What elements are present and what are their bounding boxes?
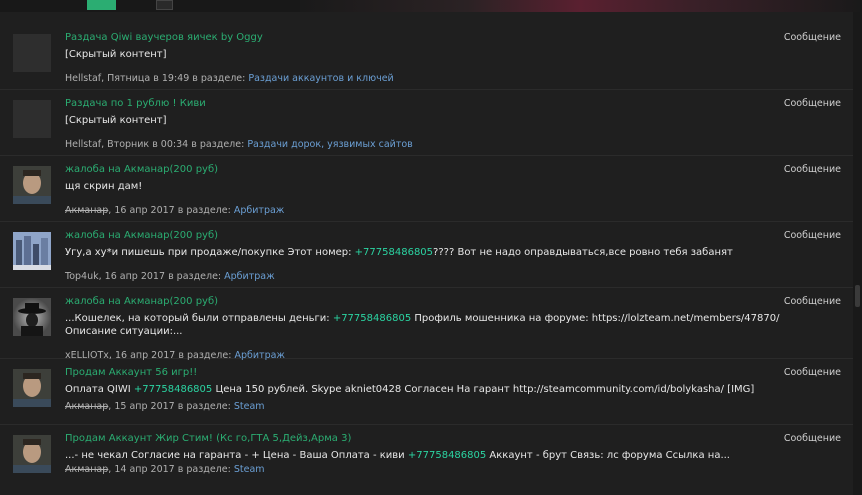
phone-number: +77758486805	[407, 450, 487, 461]
content-type-label: Сообщение	[783, 367, 841, 378]
list-item: Раздача по 1 рублю ! Киви [Скрытый конте…	[0, 90, 853, 156]
result-title-link[interactable]: Раздача Qiwi ваучеров яичек by Oggy	[65, 32, 263, 43]
section-prefix: в разделе:	[168, 271, 222, 282]
content-type-label: Сообщение	[783, 164, 841, 175]
snippet-text: ???? Вот не надо оправдываться,все ровно…	[433, 247, 733, 258]
avatar[interactable]	[13, 34, 51, 72]
result-snippet: ...Кошелек, на который были отправлены д…	[65, 312, 785, 338]
result-title-link[interactable]: жалоба на Акманар(200 руб)	[65, 230, 218, 241]
section-prefix: в разделе:	[177, 205, 231, 216]
result-title-link[interactable]: Раздача по 1 рублю ! Киви	[65, 98, 206, 109]
snippet-text: ...Кошелек, на который были отправлены д…	[65, 313, 333, 324]
result-title-link[interactable]: жалоба на Акманар(200 руб)	[65, 164, 218, 175]
list-item: жалоба на Акманар(200 руб) Угу,а ху*и пи…	[0, 222, 853, 288]
post-date: 14 апр 2017	[114, 464, 175, 475]
avatar[interactable]	[13, 435, 51, 473]
scrollbar-track[interactable]	[853, 12, 862, 495]
list-item: жалоба на Акманар(200 руб) щя скрин дам!…	[0, 156, 853, 222]
nav-tab-left[interactable]	[0, 0, 48, 8]
result-meta: Акманар, 16 апр 2017 в разделе: Арбитраж	[65, 205, 285, 216]
nav-tab-icon[interactable]	[156, 0, 173, 10]
result-title-link[interactable]: жалоба на Акманар(200 руб)	[65, 296, 218, 307]
result-meta: Hellstaf, Пятница в 19:49 в разделе: Раз…	[65, 73, 394, 84]
author-link[interactable]: Hellstaf	[65, 73, 101, 84]
result-snippet: щя скрин дам!	[65, 181, 143, 192]
avatar[interactable]	[13, 369, 51, 407]
avatar[interactable]	[13, 100, 51, 138]
author-link[interactable]: Hellstaf	[65, 139, 101, 150]
content-type-label: Сообщение	[783, 296, 841, 307]
post-date: 16 апр 2017	[104, 271, 166, 282]
post-date: Вторник в 00:34	[107, 139, 189, 150]
scrollbar-thumb[interactable]	[855, 285, 860, 307]
search-results-list: Раздача Qiwi ваучеров яичек by Oggy [Скр…	[0, 12, 853, 495]
section-link[interactable]: Раздачи дорок, уязвимых сайтов	[247, 139, 412, 150]
list-item: жалоба на Акманар(200 руб) ...Кошелек, н…	[0, 288, 853, 361]
snippet-text: Цена 150 рублей. Skype akniet0428 Соглас…	[212, 384, 755, 395]
author-link-banned[interactable]: Акманар	[65, 464, 108, 475]
avatar-face-image	[13, 166, 51, 204]
snippet-text: Угу,а ху*и пишешь при продаже/покупке Эт…	[65, 247, 355, 258]
avatar[interactable]	[13, 166, 51, 204]
author-link-banned[interactable]: Акманар	[65, 205, 108, 216]
post-date: 15 апр 2017	[114, 401, 175, 412]
avatar-city-image	[13, 232, 51, 270]
result-snippet: [Скрытый контент]	[65, 115, 167, 126]
nav-tab-active[interactable]	[87, 0, 116, 10]
section-link[interactable]: Steam	[234, 464, 265, 475]
post-date: Пятница в 19:49	[107, 73, 190, 84]
avatar-hat-image	[13, 298, 51, 336]
section-prefix: в разделе:	[192, 73, 246, 84]
content-type-label: Сообщение	[783, 230, 841, 241]
section-link[interactable]: Арбитраж	[234, 205, 285, 216]
section-link[interactable]: Раздачи аккаунтов и ключей	[248, 73, 393, 84]
avatar-face-image	[13, 369, 51, 407]
snippet-text: ...- не чекал Согласие на гаранта - + Це…	[65, 450, 408, 461]
list-item: Продам Аккаунт 56 игр!! Оплата QIWI +777…	[0, 359, 853, 425]
result-snippet: Угу,а ху*и пишешь при продаже/покупке Эт…	[65, 246, 745, 259]
result-meta: Top4uk, 16 апр 2017 в разделе: Арбитраж	[65, 271, 275, 282]
section-link[interactable]: Арбитраж	[224, 271, 275, 282]
avatar[interactable]	[13, 298, 51, 336]
phone-number: +77758486805	[133, 384, 213, 395]
snippet-text: Аккаунт - брут Связь: лс форума Ссылка н…	[486, 450, 730, 461]
snippet-text: Оплата QIWI	[65, 384, 134, 395]
result-meta: Hellstaf, Вторник в 00:34 в разделе: Раз…	[65, 139, 413, 150]
author-link[interactable]: Top4uk	[65, 271, 99, 282]
result-meta: Акманар, 15 апр 2017 в разделе: Steam	[65, 401, 265, 412]
author-link-banned[interactable]: Акманар	[65, 401, 108, 412]
list-item: Продам Аккаунт Жир Стим! (Кс го,ГТА 5,Де…	[0, 425, 853, 491]
top-navigation-bar	[0, 0, 862, 12]
section-link[interactable]: Steam	[234, 401, 265, 412]
content-type-label: Сообщение	[783, 433, 841, 444]
result-snippet: Оплата QIWI +77758486805 Цена 150 рублей…	[65, 383, 754, 396]
avatar[interactable]	[13, 232, 51, 270]
content-type-label: Сообщение	[783, 98, 841, 109]
section-prefix: в разделе:	[177, 401, 231, 412]
result-title-link[interactable]: Продам Аккаунт 56 игр!!	[65, 367, 197, 378]
phone-number: +77758486805	[332, 313, 412, 324]
phone-number: +77758486805	[354, 247, 434, 258]
result-snippet: ...- не чекал Согласие на гаранта - + Це…	[65, 449, 745, 462]
header-banner-image	[300, 0, 860, 12]
post-date: 16 апр 2017	[114, 205, 175, 216]
content-type-label: Сообщение	[783, 32, 841, 43]
result-meta: Акманар, 14 апр 2017 в разделе: Steam	[65, 464, 265, 475]
section-prefix: в разделе:	[177, 464, 231, 475]
section-prefix: в разделе:	[191, 139, 245, 150]
list-item: Раздача Qiwi ваучеров яичек by Oggy [Скр…	[0, 24, 853, 90]
result-snippet: [Скрытый контент]	[65, 49, 167, 60]
avatar-face-image	[13, 435, 51, 473]
result-title-link[interactable]: Продам Аккаунт Жир Стим! (Кс го,ГТА 5,Де…	[65, 433, 351, 444]
